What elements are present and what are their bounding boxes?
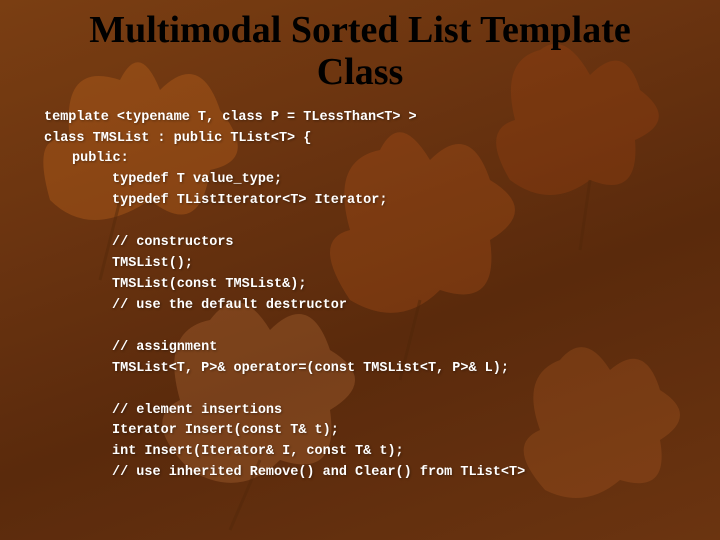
code-line: TMSList(const TMSList&); [44,275,676,296]
code-line: // constructors [44,233,676,254]
code-line: typedef T value_type; [44,170,676,191]
title-line-2: Class [317,51,404,93]
code-line: // use the default destructor [44,296,676,317]
title-line-1: Multimodal Sorted List Template [89,9,631,51]
code-line: class TMSList : public TList<T> { [44,129,676,150]
code-block: template <typename T, class P = TLessTha… [0,94,720,485]
code-line: TMSList<T, P>& operator=(const TMSList<T… [44,359,676,380]
slide: Multimodal Sorted List Template Class te… [0,0,720,540]
code-line: // assignment [44,338,676,359]
code-line: template <typename T, class P = TLessTha… [44,108,676,129]
code-line: // element insertions [44,401,676,422]
slide-title: Multimodal Sorted List Template Class [0,0,720,94]
code-line: int Insert(Iterator& I, const T& t); [44,442,676,463]
code-line: typedef TListIterator<T> Iterator; [44,191,676,212]
code-line: TMSList(); [44,254,676,275]
code-line: public: [44,149,676,170]
code-line: Iterator Insert(const T& t); [44,421,676,442]
code-line: // use inherited Remove() and Clear() fr… [44,463,676,484]
